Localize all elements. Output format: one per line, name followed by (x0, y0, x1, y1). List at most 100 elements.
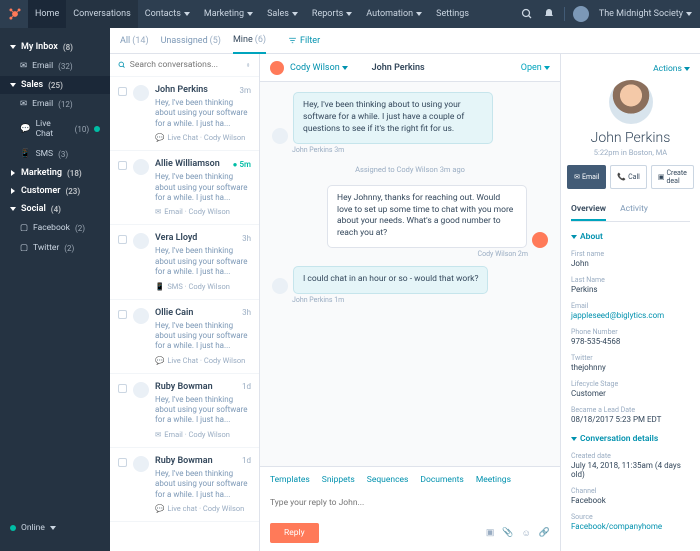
message-meta: John Perkins 1m (292, 296, 548, 304)
nav-sales[interactable]: Sales (260, 0, 305, 28)
select-checkbox[interactable] (118, 310, 127, 319)
message-meta: John Perkins 3m (292, 146, 548, 154)
conv-time: 3h (242, 308, 251, 317)
reply-snippets[interactable]: Snippets (322, 475, 355, 485)
message-bubble: I could chat in an hour or so - would th… (293, 266, 488, 294)
conv-time: 1d (242, 382, 251, 391)
conversation-item[interactable]: Vera Lloyd3h Hey, I've been thinking abo… (110, 225, 259, 299)
reply-button[interactable]: Reply (270, 523, 319, 543)
nav-marketing[interactable]: Marketing (197, 0, 260, 28)
sender-avatar (532, 232, 548, 248)
conv-source: 💬Live chat · Cody Wilson (155, 504, 251, 513)
thread-panel: Cody Wilson John Perkins Open Hey, I've … (260, 54, 560, 551)
conversation-item[interactable]: Allie Williamson● 5m Hey, I've been thin… (110, 151, 259, 225)
sidebar-sales-email[interactable]: ✉Email(12) (0, 94, 110, 114)
message-in: Hey, I've been thinking about to using y… (272, 92, 548, 144)
nav-contacts[interactable]: Contacts (138, 0, 197, 28)
email-icon: ✉ (155, 430, 161, 439)
sidebar-sales-sms[interactable]: 📱SMS(3) (0, 144, 110, 164)
nav-conversations[interactable]: Conversations (66, 0, 138, 28)
sort-icon[interactable] (245, 61, 251, 69)
assignee-dropdown[interactable]: Cody Wilson (290, 63, 348, 73)
reply-meetings[interactable]: Meetings (476, 475, 511, 485)
conv-name: John Perkins (155, 85, 208, 95)
detail-contact-name: John Perkins (571, 130, 690, 146)
sidebar-marketing[interactable]: Marketing(18) (0, 164, 110, 182)
conv-name: Allie Williamson (155, 159, 220, 169)
message-out: Hey Johnny, thanks for reaching out. Wou… (272, 185, 548, 249)
tab-all[interactable]: All(14) (120, 28, 149, 54)
sidebar-inbox-email[interactable]: ✉Email(32) (0, 56, 110, 76)
select-checkbox[interactable] (118, 458, 127, 467)
create-deal-button[interactable]: ▣ Create deal (651, 165, 694, 189)
nav-home[interactable]: Home (28, 0, 66, 28)
select-checkbox[interactable] (118, 235, 127, 244)
contact-avatar (133, 85, 149, 101)
conv-details-toggle[interactable]: Conversation details (571, 434, 690, 444)
conv-source: 💬Live Chat · Cody Wilson (155, 356, 251, 365)
account-switcher[interactable]: The Midnight Society (597, 0, 692, 28)
select-checkbox[interactable] (118, 87, 127, 96)
conv-snippet: Hey, I've been thinking about using your… (155, 321, 251, 352)
select-checkbox[interactable] (118, 161, 127, 170)
emoji-icon[interactable]: ☺ (522, 528, 531, 539)
insert-image-icon[interactable]: ▣ (486, 528, 495, 539)
detail-tab-overview[interactable]: Overview (571, 199, 606, 221)
tab-unassigned[interactable]: Unassigned(5) (161, 28, 221, 54)
bell-icon[interactable] (542, 7, 556, 21)
nav-reports[interactable]: Reports (305, 0, 359, 28)
conv-snippet: Hey, I've been thinking about using your… (155, 395, 251, 426)
sidebar-social-fb[interactable]: ▢Facebook(2) (0, 218, 110, 238)
sidebar-social[interactable]: Social(4) (0, 200, 110, 218)
sidebar-inbox[interactable]: My Inbox(8) (0, 38, 110, 56)
search-conversations[interactable] (110, 54, 259, 77)
sidebar-sales-chat[interactable]: 💬Live Chat(10) (0, 114, 110, 144)
attach-icon[interactable]: 📎 (502, 528, 513, 539)
nav-settings[interactable]: Settings (429, 0, 476, 28)
select-checkbox[interactable] (118, 384, 127, 393)
sidebar: My Inbox(8) ✉Email(32) Sales(25) ✉Email(… (0, 28, 110, 551)
conv-source: ✉Email · Cody Wilson (155, 430, 251, 439)
message-bubble: Hey, I've been thinking about to using y… (293, 92, 493, 144)
conv-name: Ruby Bowman (155, 456, 213, 466)
conv-time: ● 5m (233, 160, 251, 169)
sms-icon: 📱 (155, 282, 164, 291)
sidebar-customer[interactable]: Customer(23) (0, 182, 110, 200)
conv-time: 1d (242, 456, 251, 465)
reply-sequences[interactable]: Sequences (367, 475, 409, 485)
contact-avatar (133, 308, 149, 324)
link-icon[interactable]: 🔗 (539, 528, 550, 539)
conversation-item[interactable]: Ollie Cain3h Hey, I've been thinking abo… (110, 300, 259, 374)
sidebar-social-tw[interactable]: ▢Twitter(2) (0, 238, 110, 258)
online-status[interactable]: Online (0, 515, 110, 541)
message-meta: Cody Wilson 2m (272, 250, 528, 258)
chat-icon: 💬 (155, 356, 164, 365)
conversation-item[interactable]: Ruby Bowman1d Hey, I've been thinking ab… (110, 374, 259, 448)
contact-avatar (133, 159, 149, 175)
actions-dropdown[interactable]: Actions (653, 64, 690, 74)
conv-snippet: Hey, I've been thinking about using your… (155, 469, 251, 500)
tab-mine[interactable]: Mine(6) (233, 28, 266, 54)
conversation-item[interactable]: Ruby Bowman 1d Hey, I've been thinking ab… (110, 448, 259, 522)
reply-templates[interactable]: Templates (270, 475, 310, 485)
status-dropdown[interactable]: Open (521, 63, 550, 73)
nav-automation[interactable]: Automation (359, 0, 429, 28)
email-button[interactable]: ✉ Email (567, 165, 606, 189)
conversation-list: John Perkins3m Hey, I've been thinking a… (110, 54, 260, 551)
reply-input[interactable] (270, 491, 550, 515)
contact-name: John Perkins (372, 63, 425, 73)
hubspot-logo (8, 7, 22, 21)
conv-name: Vera Lloyd (155, 233, 197, 243)
detail-tab-activity[interactable]: Activity (620, 199, 648, 221)
call-button[interactable]: 📞 Call (610, 165, 647, 189)
filter-button[interactable]: Filter (288, 36, 320, 46)
about-section-toggle[interactable]: About (571, 232, 690, 242)
sidebar-sales[interactable]: Sales(25) (0, 76, 110, 94)
chat-icon: 💬 (155, 133, 164, 142)
search-icon[interactable] (520, 7, 534, 21)
search-input[interactable] (130, 60, 241, 70)
reply-documents[interactable]: Documents (420, 475, 463, 485)
user-avatar[interactable] (573, 6, 589, 22)
conversation-item[interactable]: John Perkins3m Hey, I've been thinking a… (110, 77, 259, 151)
reply-box: Templates Snippets Sequences Documents M… (260, 466, 560, 551)
